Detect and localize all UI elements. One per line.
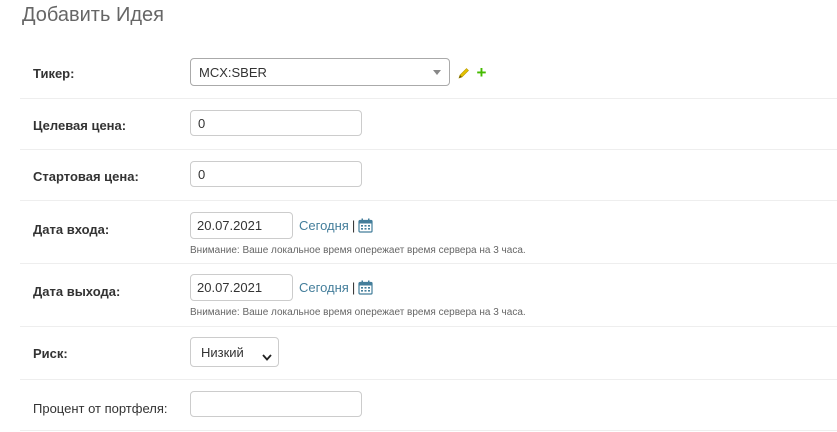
entry-date-input[interactable] [190, 212, 293, 239]
form-row-entry-date: Дата входа: Сегодня | [20, 201, 837, 264]
form-row-target-price: Целевая цена: [20, 99, 837, 150]
exit-date-label: Дата выхода: [33, 284, 121, 299]
risk-field: Низкий [190, 327, 837, 367]
form-row-start-price: Стартовая цена: [20, 150, 837, 201]
exit-date-separator: | [351, 280, 356, 295]
portfolio-percent-field [190, 380, 837, 417]
target-price-label: Целевая цена: [33, 118, 127, 133]
portfolio-percent-label: Процент от портфеля: [33, 401, 168, 416]
risk-select-value: Низкий [201, 344, 244, 360]
exit-date-input[interactable] [190, 274, 293, 301]
pencil-icon[interactable] [458, 66, 470, 79]
exit-date-today-link[interactable]: Сегодня [299, 280, 349, 295]
start-price-field [190, 150, 837, 187]
start-price-label: Стартовая цена: [33, 169, 139, 184]
form-row-risk: Риск: Низкий [20, 327, 837, 380]
ticker-select-value: MCX:SBER [199, 64, 267, 80]
form-row-exit-date: Дата выхода: Сегодня | [20, 264, 837, 327]
form-row-portfolio-percent: Процент от портфеля: [20, 380, 837, 431]
entry-date-field: Сегодня | Внимание: Ваше локаль [190, 201, 837, 256]
entry-date-separator: | [351, 218, 356, 233]
form-row-ticker: Тикер: MCX:SBER + [20, 46, 837, 99]
target-price-input[interactable] [190, 110, 362, 136]
start-price-input[interactable] [190, 161, 362, 187]
exit-date-field: Сегодня | Внимание: Ваше локаль [190, 264, 837, 318]
ticker-select[interactable]: MCX:SBER [190, 58, 450, 86]
select-arrow-icon [433, 69, 441, 75]
portfolio-percent-input[interactable] [190, 391, 362, 417]
entry-date-label: Дата входа: [33, 222, 110, 237]
related-widget-actions: + [458, 64, 486, 81]
ticker-field: MCX:SBER + [190, 46, 837, 86]
risk-label: Риск: [33, 346, 68, 361]
entry-date-controls: Сегодня | [190, 212, 837, 239]
entry-date-help-text: Внимание: Ваше локальное время опережает… [190, 245, 526, 256]
calendar-icon[interactable] [358, 280, 373, 295]
target-price-field [190, 99, 837, 136]
calendar-icon[interactable] [358, 218, 373, 233]
plus-icon[interactable]: + [476, 64, 486, 81]
idea-form: Тикер: MCX:SBER + Целевая цена: 0 Старто… [20, 46, 837, 431]
entry-date-today-link[interactable]: Сегодня [299, 218, 349, 233]
ticker-label: Тикер: [33, 66, 75, 81]
exit-date-controls: Сегодня | [190, 274, 837, 301]
chevron-down-icon [262, 349, 272, 361]
exit-date-help-text: Внимание: Ваше локальное время опережает… [190, 307, 526, 318]
page-title: Добавить Идея [22, 4, 164, 26]
risk-select[interactable]: Низкий [190, 337, 279, 367]
